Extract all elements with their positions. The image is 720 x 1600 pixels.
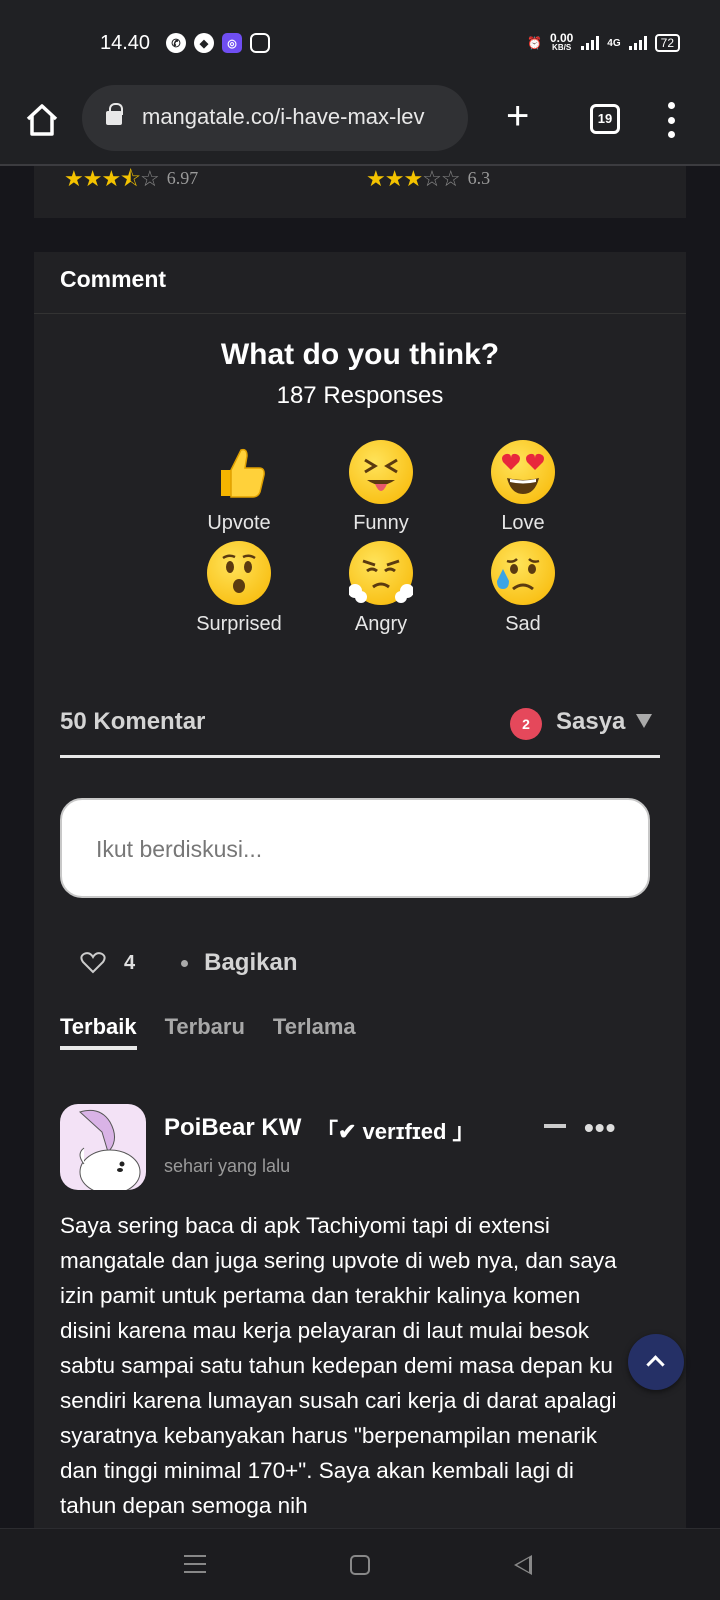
- comment-count: 50 Komentar: [60, 708, 206, 735]
- reaction-funny[interactable]: Funny: [310, 440, 452, 535]
- sort-tabs: Terbaik Terbaru Terlama: [60, 1014, 356, 1050]
- thumbs-up-icon: [207, 440, 271, 504]
- tab-switcher-button[interactable]: 19: [590, 104, 620, 134]
- rating-2: ★★★☆☆ 6.3: [366, 165, 491, 191]
- like-count: 4: [124, 951, 136, 974]
- more-menu-icon[interactable]: [666, 102, 676, 138]
- share-button[interactable]: Bagikan: [204, 949, 297, 977]
- response-count: 187 Responses: [276, 382, 444, 409]
- reaction-surprised[interactable]: Surprised: [168, 541, 310, 636]
- rating-score: 6.3: [467, 168, 491, 188]
- system-icons: ⏰ 0.00 KB/S 4G 72: [526, 31, 680, 53]
- comment-author[interactable]: PoiBear KW: [164, 1114, 301, 1142]
- system-nav-bar: [0, 1528, 720, 1600]
- notification-badge[interactable]: 2: [510, 708, 542, 740]
- address-bar[interactable]: mangatale.co/i-have-max-lev: [82, 85, 468, 151]
- star-rating-icon: ★★★☆☆: [366, 165, 461, 191]
- section-heading: Comment: [34, 252, 686, 314]
- notification-icons: ✆ ◆ ◎: [166, 33, 270, 53]
- star-rating-icon: ★★★⯪☆: [64, 165, 160, 191]
- signal-icon: [581, 36, 600, 50]
- rating-score: 6.97: [166, 168, 199, 188]
- reaction-label: Surprised: [196, 613, 282, 635]
- related-card: ★★★⯪☆ 6.97 ★★★☆☆ 6.3: [34, 166, 686, 218]
- home-nav-icon[interactable]: [350, 1555, 370, 1575]
- back-icon[interactable]: [514, 1555, 532, 1575]
- tab-terbaik[interactable]: Terbaik: [60, 1014, 137, 1050]
- comment-header: 50 Komentar 2 Sasya: [60, 700, 660, 758]
- url-text: mangatale.co/i-have-max-lev: [142, 104, 425, 129]
- reaction-sad[interactable]: Sad: [452, 541, 594, 636]
- alarm-icon: ⏰: [526, 36, 542, 50]
- reaction-grid: Upvote Funny Love Surprised Angry Sad: [168, 440, 596, 636]
- reaction-label: Love: [501, 512, 545, 534]
- browser-toolbar: mangatale.co/i-have-max-lev + 19: [0, 80, 720, 166]
- tab-terlama[interactable]: Terlama: [273, 1014, 356, 1050]
- tab-terbaru[interactable]: Terbaru: [165, 1014, 245, 1050]
- separator-dot: [181, 959, 189, 967]
- reaction-label: Angry: [354, 613, 408, 635]
- reaction-love[interactable]: Love: [452, 440, 594, 535]
- thread-actions: 4 Bagikan: [80, 946, 298, 980]
- hushed-face-icon: [207, 541, 271, 605]
- comment-input-box[interactable]: [60, 798, 650, 898]
- recent-apps-icon[interactable]: [184, 1555, 206, 1573]
- rating-1: ★★★⯪☆ 6.97: [64, 165, 199, 191]
- reaction-label: Funny: [353, 512, 409, 534]
- battery-icon: 72: [654, 34, 680, 52]
- reaction-angry[interactable]: Angry: [310, 541, 452, 636]
- lock-icon: [106, 103, 123, 125]
- reaction-question: What do you think?: [220, 338, 500, 371]
- verified-badge: 「✔ verɪfɪed 」: [316, 1119, 475, 1144]
- comment-input[interactable]: [96, 836, 616, 863]
- bear-avatar-icon: [79, 1109, 141, 1190]
- status-bar: 14.40 ✆ ◆ ◎ ⏰ 0.00 KB/S 4G 72: [0, 0, 720, 80]
- chevron-down-icon[interactable]: [636, 714, 652, 728]
- signal-icon-2: [628, 36, 647, 50]
- heart-eyes-face-icon: [491, 440, 555, 504]
- game-controller-icon: ◆: [194, 33, 214, 53]
- new-tab-button[interactable]: +: [506, 96, 529, 136]
- network-type: 4G: [607, 37, 621, 49]
- reaction-label: Sad: [505, 613, 541, 635]
- collapse-icon[interactable]: [544, 1124, 566, 1128]
- instagram-icon: [250, 33, 270, 53]
- reaction-label: Upvote: [207, 512, 271, 534]
- avatar[interactable]: [60, 1104, 146, 1190]
- comment-section: Comment What do you think? 187 Responses…: [34, 252, 686, 1528]
- scroll-to-top-button[interactable]: [628, 1334, 684, 1390]
- squinting-tongue-face-icon: [349, 440, 413, 504]
- whatsapp-icon: ✆: [166, 33, 186, 53]
- comment-text: Saya sering baca di apk Tachiyomi tapi d…: [60, 1213, 617, 1518]
- more-options-icon[interactable]: •••: [584, 1112, 616, 1144]
- net-speed: 0.00 KB/S: [549, 31, 574, 52]
- steam-face-icon: [349, 541, 413, 605]
- home-icon[interactable]: [24, 102, 60, 138]
- sad-sweat-face-icon: [491, 541, 555, 605]
- user-menu[interactable]: Sasya: [556, 708, 625, 736]
- reaction-upvote[interactable]: Upvote: [168, 440, 310, 535]
- comment-time: sehari yang lalu: [164, 1156, 291, 1176]
- app-icon: ◎: [222, 33, 242, 53]
- heart-icon[interactable]: [80, 951, 106, 975]
- status-time: 14.40: [100, 32, 151, 54]
